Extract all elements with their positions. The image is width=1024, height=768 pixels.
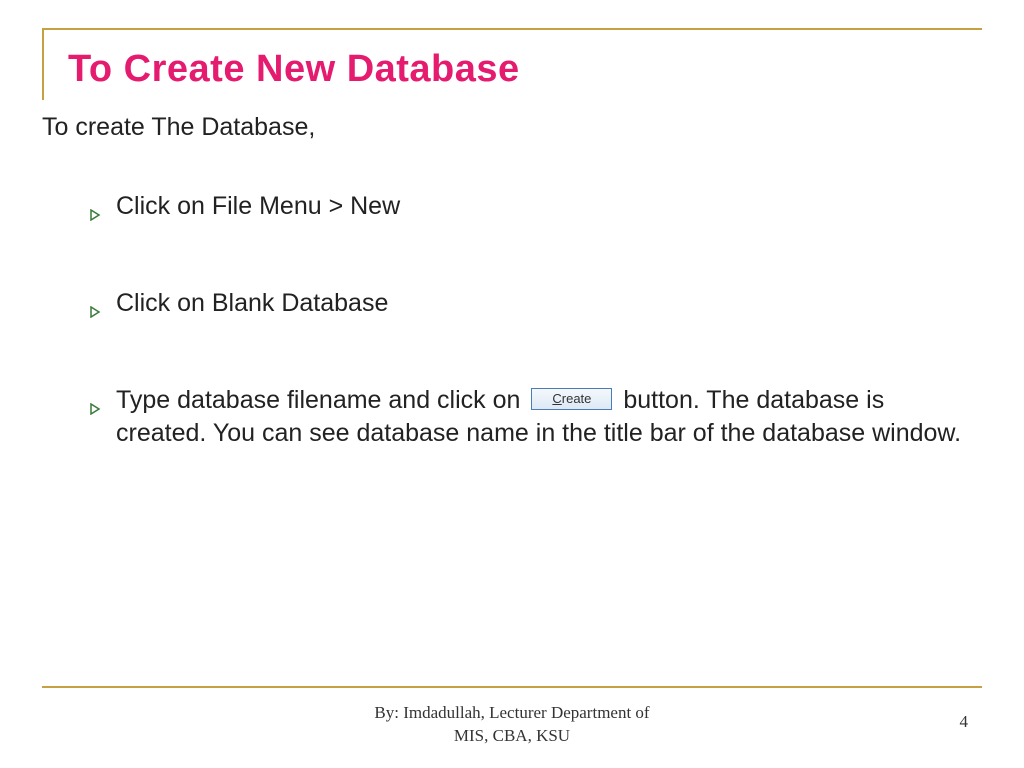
bullet-text-3: Type database filename and click on Crea… — [116, 384, 982, 452]
bullet-item-1: Click on File Menu > New — [90, 190, 982, 231]
bullet-list: Click on File Menu > New Click on Blank … — [42, 190, 982, 451]
intro-text: To create The Database, — [42, 113, 982, 142]
bullet-text-2: Click on Blank Database — [116, 287, 982, 321]
chevron-right-icon — [90, 197, 116, 231]
bullet-3-before: Type database filename and click on — [116, 386, 527, 414]
bullet-item-2: Click on Blank Database — [90, 287, 982, 328]
bottom-border-line — [42, 686, 982, 688]
slide-container: To Create New Database To create The Dat… — [0, 0, 1024, 768]
slide-title: To Create New Database — [42, 28, 982, 91]
top-border-line — [42, 28, 982, 30]
create-button-rest: reate — [562, 391, 592, 406]
bullet-text-1: Click on File Menu > New — [116, 190, 982, 224]
create-button[interactable]: Create — [531, 388, 612, 410]
left-accent-line — [42, 28, 44, 100]
footer-credit: By: Imdadullah, Lecturer Department of M… — [0, 702, 1024, 748]
footer-line-1: By: Imdadullah, Lecturer Department of — [0, 702, 1024, 725]
bullet-item-3: Type database filename and click on Crea… — [90, 384, 982, 452]
page-number: 4 — [960, 712, 969, 732]
chevron-right-icon — [90, 294, 116, 328]
create-button-accelerator: C — [552, 391, 561, 406]
footer-line-2: MIS, CBA, KSU — [0, 725, 1024, 748]
chevron-right-icon — [90, 391, 116, 425]
